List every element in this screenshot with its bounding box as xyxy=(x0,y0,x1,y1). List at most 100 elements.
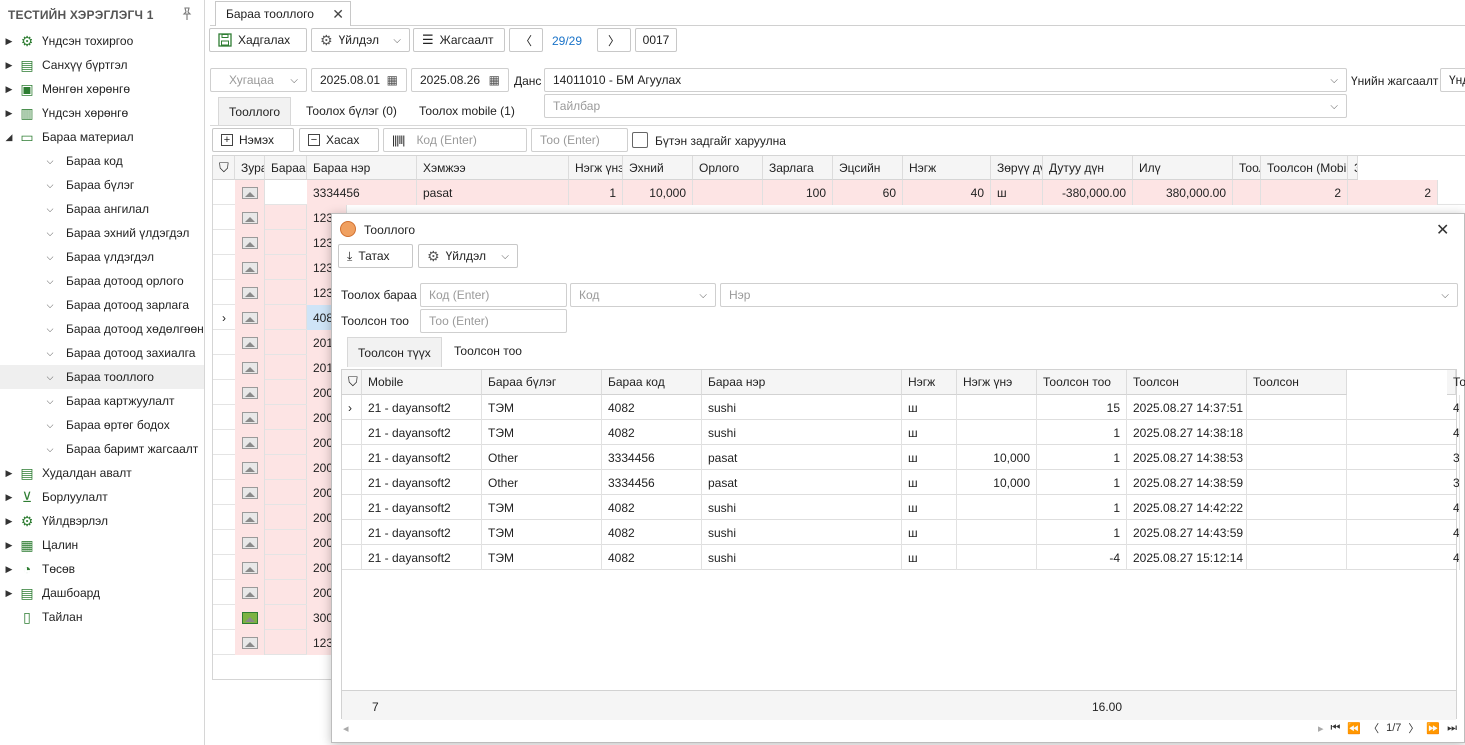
next-page-fast-icon[interactable]: ⏩ xyxy=(1426,722,1440,735)
filter-icon[interactable]: ⛉ xyxy=(342,370,362,395)
sidebar-item[interactable]: ▯ Тайлан xyxy=(0,605,204,629)
dialog-action-button[interactable]: ⚙ Үйлдэл ⌵ xyxy=(418,244,518,268)
save-button[interactable]: Хадгалах xyxy=(209,28,307,52)
calendar-icon[interactable]: ▦ xyxy=(387,73,398,87)
grid-column-header[interactable]: Эхний xyxy=(623,156,693,180)
expand-arrow-icon[interactable]: ▶ xyxy=(0,36,18,47)
table-row[interactable]: 21 - dayansoft2 ТЭМ 4082 sushi ш 1 2025.08.27 … xyxy=(342,520,1460,545)
qty-input[interactable]: Тоо (Enter) xyxy=(531,128,628,152)
sidebar-item[interactable]: ▶ ⚙ Үйлдвэрлэл xyxy=(0,509,204,533)
prev-page-icon[interactable]: 〈 xyxy=(1368,720,1379,736)
grid-column-header[interactable]: Тоолсон xyxy=(1247,370,1347,395)
expand-arrow-icon[interactable]: ▶ xyxy=(0,60,18,71)
remove-button[interactable]: − Хасах xyxy=(299,128,379,152)
sidebar-subitem[interactable]: ⌵ Бараа дотоод орлого xyxy=(0,269,204,293)
sidebar-item[interactable]: ▶ ▤ Дашбоард xyxy=(0,581,204,605)
grid-column-header[interactable]: Нэгж xyxy=(902,370,957,395)
prev-page-fast-icon[interactable]: ⏪ xyxy=(1347,722,1361,735)
calendar-icon[interactable]: ▦ xyxy=(489,73,500,87)
grid-column-header[interactable]: Бараа нэр xyxy=(307,156,417,180)
note-input[interactable]: Тайлбар ⌵ xyxy=(544,94,1347,118)
sidebar-item[interactable]: ▶ ⊻ Борлуулалт xyxy=(0,485,204,509)
table-row[interactable]: › 21 - dayansoft2 ТЭМ 4082 sushi ш 15 2025.08.2… xyxy=(342,395,1460,420)
pin-icon[interactable] xyxy=(180,7,194,21)
grid-column-header[interactable]: Бараа код xyxy=(265,156,307,180)
sidebar-subitem[interactable]: ⌵ Бараа картжуулалт xyxy=(0,389,204,413)
expand-arrow-icon[interactable]: ▶ xyxy=(0,108,18,119)
scroll-right-icon[interactable]: ▸ xyxy=(1318,722,1324,735)
dialog-code-input[interactable]: Код (Enter) xyxy=(420,283,567,307)
document-number[interactable]: 0017 xyxy=(635,28,677,52)
sidebar-item[interactable]: ▶ ▤ Санхүү бүртгэл xyxy=(0,53,204,77)
grid-column-header[interactable]: Тоолсон код xyxy=(1447,370,1465,395)
sidebar-item[interactable]: ◢ ▭ Бараа материал xyxy=(0,125,204,149)
grid-column-header[interactable]: Нэгж xyxy=(903,156,991,180)
grid-column-header[interactable]: Орлого xyxy=(693,156,763,180)
expand-arrow-icon[interactable]: ▶ xyxy=(0,468,18,479)
next-button[interactable]: 〉 xyxy=(597,28,631,52)
last-page-icon[interactable]: ⏭ xyxy=(1447,722,1457,735)
expand-arrow-icon[interactable]: ▶ xyxy=(0,588,18,599)
expand-arrow-icon[interactable]: ▶ xyxy=(0,564,18,575)
action-dropdown-button[interactable]: ⚙ Үйлдэл ⌵ xyxy=(311,28,410,52)
sidebar-item[interactable]: ▶ ▣ Мөнгөн хөрөнгө xyxy=(0,77,204,101)
grid-column-header[interactable]: Mobile xyxy=(362,370,482,395)
close-icon[interactable]: ✕ xyxy=(1436,220,1449,240)
grid-column-header[interactable]: Бараа бүлэг xyxy=(482,370,602,395)
code-input[interactable]: |||‖| Код (Enter) xyxy=(383,128,527,152)
grid-column-header[interactable]: ⛉ xyxy=(213,156,235,180)
filter-icon[interactable]: ⛉ xyxy=(219,160,229,176)
add-button[interactable]: + Нэмэх xyxy=(212,128,294,152)
grid-column-header[interactable]: Илү xyxy=(1133,156,1233,180)
grid-column-header[interactable]: Эцсийн xyxy=(833,156,903,180)
expand-arrow-icon[interactable]: ▶ xyxy=(0,492,18,503)
dialog-code-select[interactable]: Код ⌵ xyxy=(570,283,716,307)
sidebar-subitem[interactable]: ⌵ Бараа бүлэг xyxy=(0,173,204,197)
dialog-name-select[interactable]: Нэр ⌵ xyxy=(720,283,1458,307)
sidebar-subitem[interactable]: ⌵ Бараа эхний үлдэгдэл xyxy=(0,221,204,245)
sidebar-item[interactable]: ▶ ▦ Цалин xyxy=(0,533,204,557)
expand-arrow-icon[interactable]: ▶ xyxy=(0,540,18,551)
next-page-icon[interactable]: 〉 xyxy=(1408,720,1419,736)
list-button[interactable]: ☰ Жагсаалт xyxy=(413,28,505,52)
expand-arrow-icon[interactable]: ◢ xyxy=(0,132,18,143)
account-select[interactable]: 14011010 - БМ Агуулах ⌵ xyxy=(544,68,1347,92)
sidebar-subitem[interactable]: ⌵ Бараа дотоод захиалга xyxy=(0,341,204,365)
sidebar-subitem[interactable]: ⌵ Бараа ангилал xyxy=(0,197,204,221)
sidebar-subitem[interactable]: ⌵ Бараа баримт жагсаалт xyxy=(0,437,204,461)
price-list-select[interactable]: Үнд xyxy=(1440,68,1465,92)
sidebar-subitem[interactable]: ⌵ Бараа үлдэгдэл xyxy=(0,245,204,269)
tab-tooloh-mobile[interactable]: Тоолох mobile (1) xyxy=(409,97,525,125)
expand-arrow-icon[interactable]: ▶ xyxy=(0,84,18,95)
show-all-checkbox[interactable] xyxy=(632,132,648,148)
grid-column-header[interactable]: Зөрүү дүн xyxy=(991,156,1043,180)
tab-toollogo[interactable]: Тооллого xyxy=(218,97,292,126)
tab-counted-qty[interactable]: Тоолсон тоо xyxy=(444,337,532,365)
grid-column-header[interactable]: Тоолсон тоо xyxy=(1037,370,1127,395)
sidebar-subitem[interactable]: ⌵ Бараа тооллого xyxy=(0,365,204,389)
sidebar-subitem[interactable]: ⌵ Бараа өртөг бодох xyxy=(0,413,204,437)
sidebar-item[interactable]: ▶ ◔ Төсөв xyxy=(0,557,204,581)
close-icon[interactable]: ✕ xyxy=(332,6,344,23)
expand-arrow-icon[interactable]: ▶ xyxy=(0,516,18,527)
tab-tooloh-buleg[interactable]: Тоолох бүлэг (0) xyxy=(296,97,407,125)
period-select[interactable]: Хугацаа ⌵ xyxy=(210,68,307,92)
grid-column-header[interactable]: Нэгж үнэ xyxy=(957,370,1037,395)
table-row[interactable]: 21 - dayansoft2 Other 3334456 pasat ш 10,000 1… xyxy=(342,470,1460,495)
sidebar-subitem[interactable]: ⌵ Бараа код xyxy=(0,149,204,173)
grid-column-header[interactable]: Зарлага xyxy=(763,156,833,180)
table-row[interactable]: 21 - dayansoft2 ТЭМ 4082 sushi ш 1 2025.08.27 … xyxy=(342,495,1460,520)
prev-button[interactable]: 〈 xyxy=(509,28,543,52)
first-page-icon[interactable]: ⏮ xyxy=(1330,722,1340,735)
grid-column-header[interactable]: Зураг xyxy=(235,156,265,180)
sidebar-subitem[interactable]: ⌵ Бараа дотоод зарлага xyxy=(0,293,204,317)
sidebar-item[interactable]: ▶ ▥ Үндсэн хөрөнгө xyxy=(0,101,204,125)
dialog-qty-input[interactable]: Тоо (Enter) xyxy=(420,309,567,333)
grid-column-header[interactable]: Тоолсон (Mobile) xyxy=(1261,156,1348,180)
table-row[interactable]: 21 - dayansoft2 ТЭМ 4082 sushi ш 1 2025.08.27 … xyxy=(342,420,1460,445)
table-row[interactable]: 21 - dayansoft2 ТЭМ 4082 sushi ш -4 2025.08.27… xyxy=(342,545,1460,570)
grid-column-header[interactable]: Хэмжээ xyxy=(417,156,569,180)
grid-column-header[interactable]: Нэгж үнэ xyxy=(569,156,623,180)
grid-column-header[interactable]: З xyxy=(1348,156,1358,180)
date-from-input[interactable]: 2025.08.01 ▦ xyxy=(311,68,407,92)
